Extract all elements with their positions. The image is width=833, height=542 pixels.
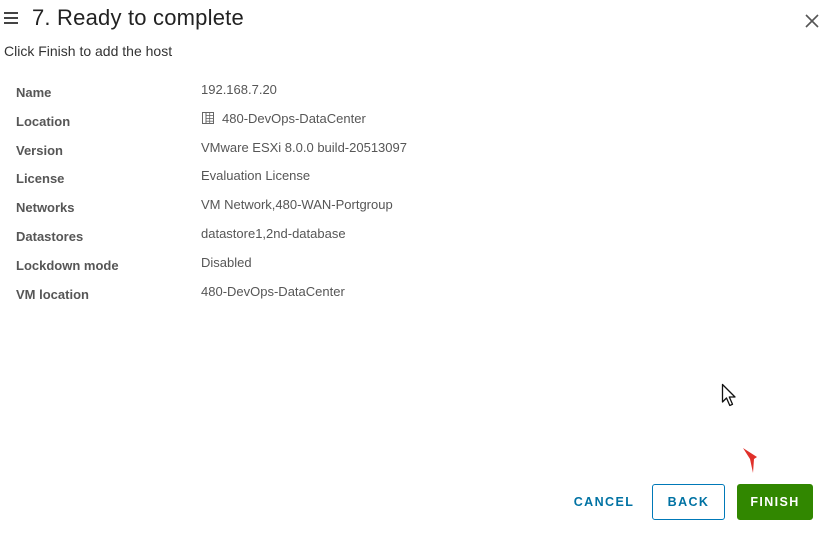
menu-icon[interactable] xyxy=(4,12,18,24)
property-value: datastore1,2nd-database xyxy=(201,226,346,241)
add-host-wizard-dialog: 7. Ready to complete Click Finish to add… xyxy=(0,0,833,542)
property-value-text: VMware ESXi 8.0.0 build-20513097 xyxy=(201,139,407,155)
property-row-license: License Evaluation License xyxy=(16,166,616,195)
property-value-text: datastore1,2nd-database xyxy=(201,225,346,241)
cancel-button[interactable]: CANCEL xyxy=(568,484,640,520)
property-value: 480-DevOps-DataCenter xyxy=(201,284,345,299)
property-label: Datastores xyxy=(16,228,84,244)
summary-properties: Name 192.168.7.20 Location 480-DevOps-Da… xyxy=(16,80,616,310)
property-row-datastores: Datastores datastore1,2nd-database xyxy=(16,224,616,253)
property-label: Name xyxy=(16,85,52,100)
property-label: Location xyxy=(16,113,71,129)
back-button[interactable]: BACK xyxy=(652,484,725,520)
property-label: Lockdown mode xyxy=(16,257,119,273)
dialog-subtitle: Click Finish to add the host xyxy=(4,43,173,59)
property-value-text: 480-DevOps-DataCenter xyxy=(201,283,345,299)
dialog-title: 7. Ready to complete xyxy=(32,5,244,30)
property-value: Disabled xyxy=(201,255,252,270)
property-label: Networks xyxy=(16,200,75,216)
property-row-vm-location: VM location 480-DevOps-DataCenter xyxy=(16,282,616,311)
property-label: License xyxy=(16,171,65,187)
property-value: Evaluation License xyxy=(201,168,310,183)
property-value: 192.168.7.20 xyxy=(201,82,277,97)
close-icon[interactable] xyxy=(804,13,820,29)
property-value-text: VM Network,480-WAN-Portgroup xyxy=(201,197,393,213)
property-row-version: Version VMware ESXi 8.0.0 build-20513097 xyxy=(16,138,616,167)
property-row-location: Location 480-DevOps-DataCenter xyxy=(16,109,616,138)
property-label: Version xyxy=(16,142,63,158)
property-row-networks: Networks VM Network,480-WAN-Portgroup xyxy=(16,195,616,224)
property-value: VMware ESXi 8.0.0 build-20513097 xyxy=(201,140,407,155)
property-value-text: 480-DevOps-DataCenter xyxy=(222,110,366,126)
mouse-cursor-icon xyxy=(721,383,736,407)
property-row-name: Name 192.168.7.20 xyxy=(16,80,616,109)
datacenter-icon xyxy=(202,112,214,125)
property-label: VM location xyxy=(16,286,89,302)
property-value-text: 192.168.7.20 xyxy=(201,82,277,97)
property-row-lockdown-mode: Lockdown mode Disabled xyxy=(16,253,616,282)
finish-button[interactable]: FINISH xyxy=(737,484,813,520)
property-value-text: Evaluation License xyxy=(201,168,311,184)
property-value-text: Disabled xyxy=(201,254,252,270)
property-value: VM Network,480-WAN-Portgroup xyxy=(201,197,393,212)
red-pointer-icon xyxy=(743,448,757,473)
property-value: 480-DevOps-DataCenter xyxy=(201,111,366,126)
